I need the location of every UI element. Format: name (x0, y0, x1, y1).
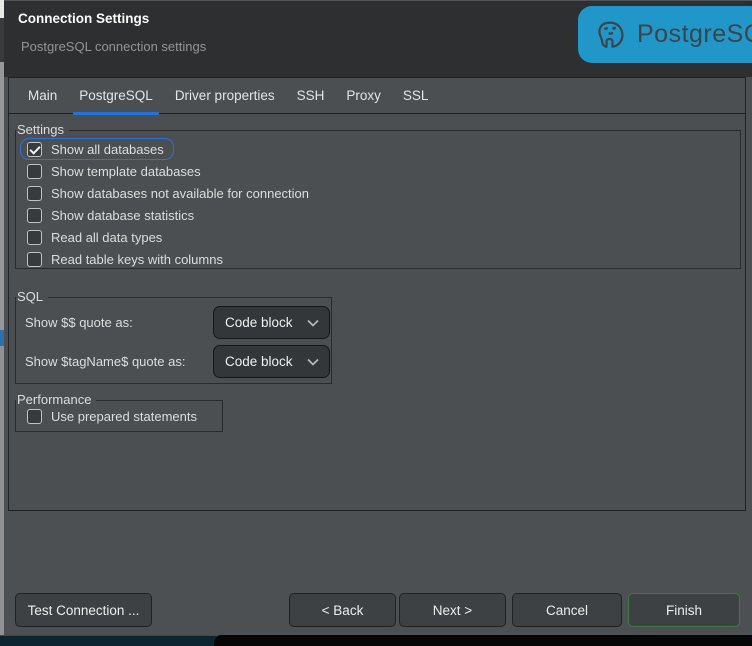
row-read-table-keys[interactable]: Read table keys with columns (20, 248, 233, 270)
row-read-all-data-types[interactable]: Read all data types (20, 226, 172, 248)
chevron-down-icon (307, 319, 319, 327)
sql-group: SQL Show $$ quote as: Code block Show $t… (15, 297, 332, 384)
postgresql-logo-text: PostgreSQL (637, 20, 752, 49)
finish-button[interactable]: Finish (628, 593, 740, 627)
checkbox-label: Use prepared statements (51, 409, 197, 424)
next-button[interactable]: Next > (399, 593, 506, 627)
tab-main[interactable]: Main (17, 78, 68, 114)
tab-postgresql[interactable]: PostgreSQL (68, 78, 164, 114)
checkbox-label: Read all data types (51, 230, 162, 245)
show-all-databases-checkbox[interactable] (27, 142, 42, 157)
performance-group: Performance Use prepared statements (15, 400, 223, 432)
checkbox-label: Show all databases (51, 142, 164, 157)
row-show-database-statistics[interactable]: Show database statistics (20, 204, 204, 226)
show-database-statistics-checkbox[interactable] (27, 208, 42, 223)
checkbox-label: Show databases not available for connect… (51, 186, 309, 201)
postgresql-elephant-icon (593, 17, 629, 53)
tab-driver-properties[interactable]: Driver properties (164, 78, 286, 114)
tab-bar: Main PostgreSQL Driver properties SSH Pr… (9, 78, 745, 114)
tab-proxy[interactable]: Proxy (335, 78, 392, 114)
page-subtitle: PostgreSQL connection settings (21, 39, 206, 54)
settings-group-legend: Settings (16, 122, 69, 138)
postgresql-logo-badge: PostgreSQL (578, 6, 752, 63)
row-show-all-databases[interactable]: Show all databases (20, 138, 174, 160)
dollar-quote-value: Code block (225, 315, 293, 330)
chevron-down-icon (307, 358, 319, 366)
row-show-databases-not-available[interactable]: Show databases not available for connect… (20, 182, 319, 204)
background-window-bottom-corner (214, 634, 752, 646)
test-connection-button[interactable]: Test Connection ... (15, 593, 152, 627)
performance-checkbox-list: Use prepared statements (20, 405, 207, 427)
use-prepared-statements-checkbox[interactable] (27, 409, 42, 424)
dollar-quote-label: Show $$ quote as: (25, 315, 133, 330)
tagname-quote-select[interactable]: Code block (213, 345, 330, 378)
tab-ssl[interactable]: SSL (392, 78, 440, 114)
screen: Connection Settings PostgreSQL connectio… (0, 0, 752, 646)
page-title: Connection Settings (18, 11, 149, 26)
dialog-header: Connection Settings PostgreSQL connectio… (4, 1, 752, 77)
tagname-quote-label: Show $tagName$ quote as: (25, 354, 185, 369)
settings-group: Settings Show all databases Show templat… (15, 130, 741, 269)
show-template-databases-checkbox[interactable] (27, 164, 42, 179)
checkbox-label: Read table keys with columns (51, 252, 223, 267)
back-button[interactable]: < Back (289, 593, 396, 627)
settings-tab-panel: Main PostgreSQL Driver properties SSH Pr… (8, 77, 746, 511)
settings-checkbox-list: Show all databases Show template databas… (20, 138, 319, 270)
tagname-quote-value: Code block (225, 354, 293, 369)
checkbox-label: Show database statistics (51, 208, 194, 223)
cancel-button[interactable]: Cancel (512, 593, 622, 627)
sql-group-legend: SQL (16, 289, 48, 305)
read-table-keys-checkbox[interactable] (27, 252, 42, 267)
read-all-data-types-checkbox[interactable] (27, 230, 42, 245)
connection-settings-dialog: Connection Settings PostgreSQL connectio… (4, 0, 752, 635)
row-show-template-databases[interactable]: Show template databases (20, 160, 211, 182)
tab-ssh[interactable]: SSH (286, 78, 336, 114)
checkbox-label: Show template databases (51, 164, 201, 179)
dollar-quote-select[interactable]: Code block (213, 306, 330, 339)
show-databases-not-available-checkbox[interactable] (27, 186, 42, 201)
row-use-prepared-statements[interactable]: Use prepared statements (20, 405, 207, 427)
